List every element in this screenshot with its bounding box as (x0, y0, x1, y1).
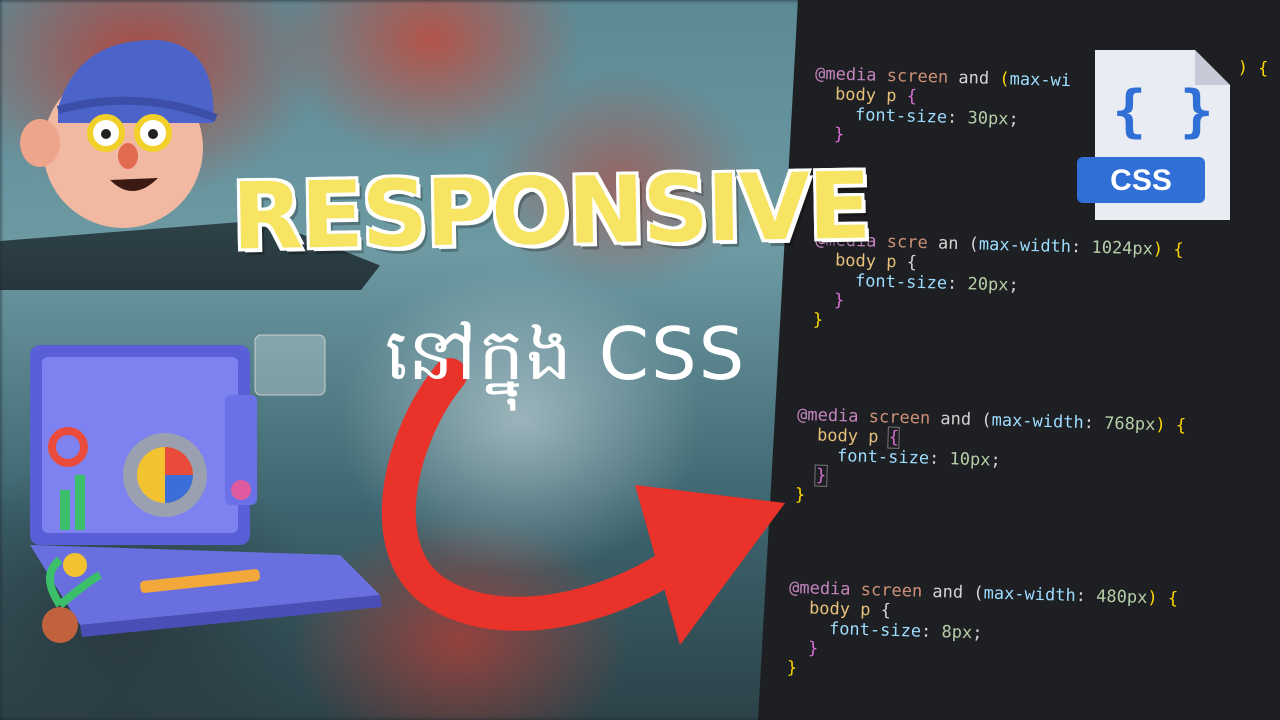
declaration-property: font-size (854, 271, 948, 294)
brace: } (807, 638, 819, 659)
declaration-value: 8px (941, 622, 973, 644)
media-type: scre (886, 231, 929, 254)
braces-glyph: { } (1112, 79, 1213, 144)
brace: } (833, 290, 845, 311)
title-responsive: RESPONSIVE (231, 152, 871, 271)
code-block-4: @media screen and (max-width: 480px) { b… (786, 577, 1179, 679)
brace: } (833, 124, 845, 145)
and-keyword: an (937, 233, 959, 254)
media-value: 480px (1095, 586, 1148, 608)
cartoon-avatar-icon (20, 39, 218, 228)
brace: } (812, 309, 824, 331)
and-keyword: and (958, 67, 990, 89)
media-type: screen (868, 406, 931, 429)
paren-close: ) { (1155, 414, 1187, 436)
selector: body p (808, 598, 871, 621)
media-feature: max-width (991, 410, 1085, 433)
brace: } (814, 464, 828, 487)
declaration-property: font-size (836, 446, 930, 469)
selector: body p (834, 84, 897, 107)
code-block-1-tail: ) { (1237, 58, 1268, 79)
declaration-value: 10px (949, 449, 991, 471)
and-keyword: and (932, 581, 964, 603)
media-type: screen (860, 579, 923, 602)
media-feature: max-wi (1009, 69, 1072, 92)
media-value: 768px (1103, 413, 1156, 435)
declaration-property: font-size (828, 619, 922, 642)
css-badge-label: CSS (1110, 164, 1172, 197)
media-feature: max-width (983, 583, 1077, 606)
code-block-3: @media screen and (max-width: 768px) { b… (794, 404, 1187, 506)
declaration-value: 30px (967, 108, 1009, 130)
paren-close: ) { (1147, 587, 1179, 609)
media-value: 1024px (1091, 237, 1154, 260)
paren-close: ) { (1152, 239, 1184, 261)
and-keyword: and (940, 408, 972, 430)
media-keyword: @media (796, 404, 859, 427)
selector: body p (816, 425, 879, 448)
css-file-icon: CSS { } (1077, 50, 1230, 220)
brace: { (906, 86, 918, 107)
paren: ( (999, 69, 1010, 90)
media-type: screen (886, 65, 949, 88)
media-feature: max-width (978, 234, 1072, 258)
paren-close: ) { (1237, 58, 1269, 79)
declaration-property: font-size (854, 105, 948, 128)
media-keyword: @media (814, 63, 877, 86)
laptop-dashboard-icon (30, 334, 382, 643)
brace: { (887, 426, 901, 449)
declaration-value: 20px (967, 274, 1009, 296)
subtitle-in-css: នៅក្នុង CSS (385, 312, 747, 396)
